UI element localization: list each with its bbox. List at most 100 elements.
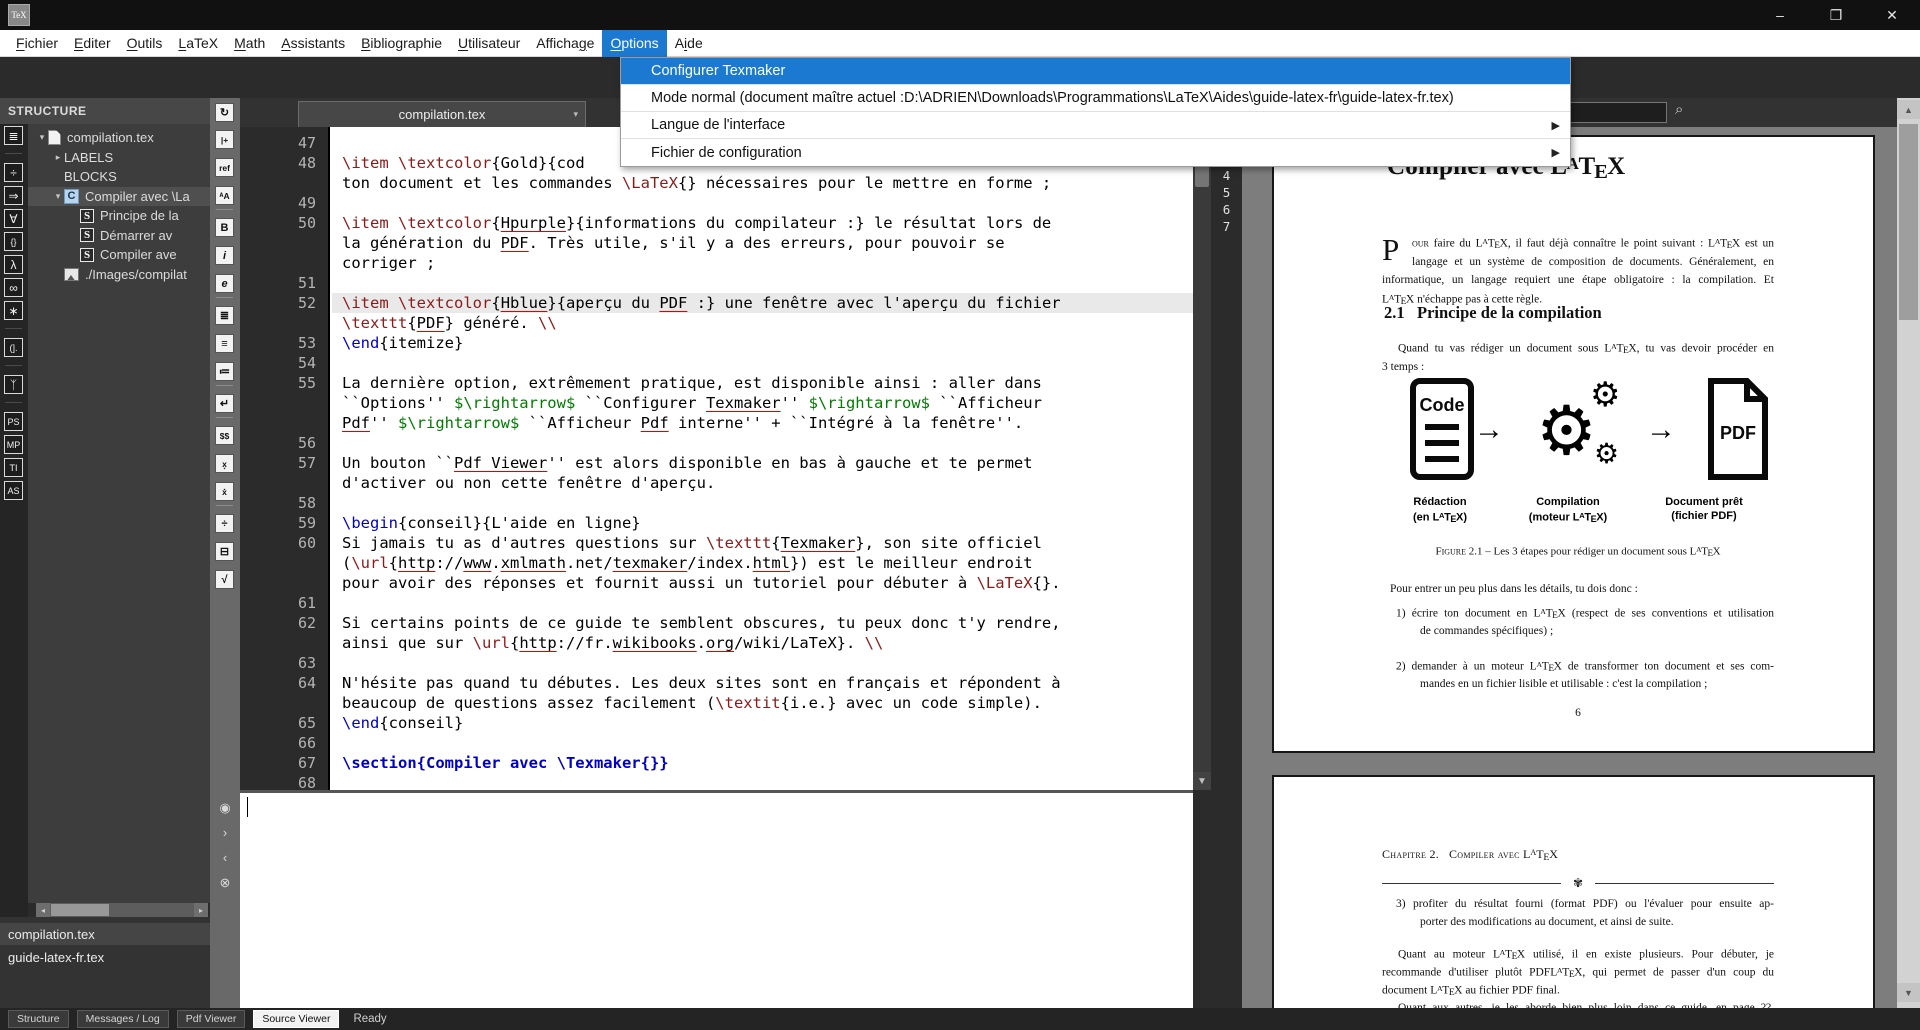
tree-item-compiler-avec-la[interactable]: ▾CCompiler avec \La [28, 187, 210, 206]
code-line[interactable]: Un bouton ``Pdf Viewer'' est alors dispo… [332, 453, 1193, 473]
tree-item-compilation-tex[interactable]: ▾compilation.tex [28, 128, 210, 147]
subscript-icon[interactable]: x͓ [215, 454, 234, 473]
italic-icon[interactable]: i [215, 246, 234, 265]
code-line[interactable]: beaucoup de questions assez facilement (… [332, 693, 1193, 713]
brackets-icon[interactable]: (]. [4, 338, 23, 357]
menu-item-assistants[interactable]: Assistants [273, 30, 353, 57]
code-line[interactable]: Si certains points de ce guide te semble… [332, 613, 1193, 633]
relation-symbols-icon[interactable]: ÷ [4, 163, 23, 182]
log-panel[interactable] [240, 793, 1193, 1008]
source-editor[interactable]: 4748495051525354555657585960616263646566… [240, 127, 1193, 790]
pstricks-icon[interactable]: PS [4, 412, 23, 431]
menu-item-editer[interactable]: Editer [66, 30, 119, 57]
code-line[interactable] [332, 593, 1193, 613]
menu-item-configurer-texmaker[interactable]: Configurer Texmaker [621, 58, 1570, 85]
code-line[interactable] [332, 273, 1193, 293]
bold-icon[interactable]: B [215, 218, 234, 237]
frac-icon[interactable]: ÷ [215, 514, 234, 533]
next-error-icon[interactable]: › [217, 825, 233, 840]
statusbar-button-source-viewer[interactable]: Source Viewer [253, 1010, 339, 1028]
menu-item-math[interactable]: Math [226, 30, 273, 57]
code-line[interactable]: La dernière option, extrêmement pratique… [332, 373, 1193, 393]
code-line[interactable] [332, 493, 1193, 513]
code-line[interactable]: ton document et les commandes \LaTeX{} n… [332, 173, 1193, 193]
greek-letters-icon[interactable]: λ [4, 255, 23, 274]
code-line[interactable]: (\url{http://www.xmlmath.net/texmaker/in… [332, 553, 1193, 573]
statusbar-button-pdf-viewer[interactable]: Pdf Viewer [177, 1010, 246, 1028]
pdf-page-number[interactable]: 5 [1211, 184, 1242, 201]
file-item-guide-latex-fr-tex[interactable]: guide-latex-fr.tex [0, 946, 210, 968]
description-icon[interactable]: ≔ [215, 362, 234, 381]
expander-expanded-icon[interactable]: ▾ [36, 132, 48, 143]
emph-icon[interactable]: e [215, 274, 234, 293]
pdf-page-number[interactable]: 7 [1211, 218, 1242, 235]
code-line[interactable]: \begin{conseil}{L'aide en ligne} [332, 513, 1193, 533]
tree-item-blocks[interactable]: BLOCKS [28, 167, 210, 186]
code-line[interactable]: \end{itemize} [332, 333, 1193, 353]
code-line[interactable]: ``Options'' $\rightarrow$ ``Configurer T… [332, 393, 1193, 413]
code-line[interactable]: corriger ; [332, 253, 1193, 273]
code-line[interactable] [332, 733, 1193, 753]
code-line[interactable]: Si jamais tu as d'autres questions sur \… [332, 533, 1193, 553]
code-line[interactable] [332, 653, 1193, 673]
file-item-compilation-tex[interactable]: compilation.tex [0, 923, 210, 945]
tab-compilation-tex[interactable]: compilation.tex ▾ [298, 101, 586, 127]
metapost-icon[interactable]: MP [4, 435, 23, 454]
refresh-structure-icon[interactable]: ↻ [215, 103, 234, 122]
menu-item-affichage[interactable]: Affichage [528, 30, 602, 57]
close-log-icon[interactable]: ⊗ [217, 875, 233, 891]
scroll-down-icon[interactable]: ▼ [1193, 772, 1211, 790]
code-line[interactable] [332, 773, 1193, 790]
menu-item-fichier[interactable]: Fichier [8, 30, 66, 57]
misc-math-icon[interactable]: ∀ [4, 209, 23, 228]
code-line[interactable]: d'activer ou non cette fenêtre d'aperçu. [332, 473, 1193, 493]
minimize-button[interactable]: – [1752, 0, 1808, 30]
newline-icon[interactable]: ↵ [215, 394, 234, 413]
enumerate-icon[interactable]: ≡ [215, 334, 234, 353]
most-used-icon[interactable]: ∗ [4, 301, 23, 320]
scroll-left-icon[interactable]: ◂ [36, 903, 50, 917]
ref-icon[interactable]: ref [215, 158, 234, 177]
pdf-page-number[interactable]: 4 [1211, 167, 1242, 184]
font-size-icon[interactable]: ᴬA [215, 186, 234, 205]
inline-math-icon[interactable]: $$ [215, 426, 234, 445]
code-line[interactable]: \texttt{PDF} généré. \\ [332, 313, 1193, 333]
menu-item-fichier-de-configuration[interactable]: Fichier de configuration▶ [621, 139, 1570, 166]
pdf-page-number[interactable]: 6 [1211, 201, 1242, 218]
structure-hscrollbar[interactable]: ◂ ▸ [36, 903, 208, 917]
asymptote-icon[interactable]: AS [4, 481, 23, 500]
wizard-icon[interactable]: |+ [215, 130, 234, 149]
code-area[interactable]: \item \textcolor{Gold}{codton document e… [332, 127, 1193, 790]
maximize-button[interactable]: ❐ [1808, 0, 1864, 30]
code-line[interactable]: pour avoir des réponses et fournit aussi… [332, 573, 1193, 593]
menu-item-langue-de-l-interface[interactable]: Langue de l'interface▶ [621, 112, 1570, 139]
tree-item-compiler-ave[interactable]: SCompiler ave [28, 245, 210, 264]
menu-item-mode-normal-document-ma-tre-actuel-d-adr[interactable]: Mode normal (document maître actuel :D:\… [621, 85, 1570, 112]
pdf-vscrollbar[interactable]: ▲ ▼ [1897, 98, 1920, 1008]
code-line[interactable]: la génération du PDF. Très utile, s'il y… [332, 233, 1193, 253]
tree-item-d-marrer-av[interactable]: SDémarrer av [28, 226, 210, 245]
pdf-view[interactable]: Compiler avec LATEXPour faire du LATEX, … [1242, 127, 1897, 1008]
menu-item-options[interactable]: Options [602, 30, 666, 57]
scrollbar-thumb[interactable] [51, 904, 109, 916]
misc-symbols-icon[interactable]: ∞ [4, 278, 23, 297]
code-line[interactable] [332, 193, 1193, 213]
scroll-right-icon[interactable]: ▸ [194, 903, 208, 917]
sqrt-icon[interactable]: √ [215, 570, 234, 589]
dfrac-icon[interactable]: ⊟ [215, 542, 234, 561]
menu-item-outils[interactable]: Outils [119, 30, 171, 57]
search-icon[interactable]: ⌕ [1675, 101, 1683, 118]
expander-collapsed-icon[interactable]: ▸ [52, 152, 64, 163]
code-line[interactable]: \end{conseil} [332, 713, 1193, 733]
statusbar-button-messages-log[interactable]: Messages / Log [77, 1010, 169, 1028]
show-log-icon[interactable]: ◉ [217, 800, 233, 816]
code-line[interactable]: ainsi que sur \url{http://fr.wikibooks.o… [332, 633, 1193, 653]
tree-item-labels[interactable]: ▸LABELS [28, 148, 210, 167]
tree-item-principe-de-la[interactable]: SPrincipe de la [28, 206, 210, 225]
tree-item-images-compilat[interactable]: ./Images/compilat [28, 265, 210, 284]
scrollbar-thumb[interactable] [1899, 124, 1918, 320]
expander-expanded-icon[interactable]: ▾ [52, 191, 64, 202]
code-line[interactable]: \section{Compiler avec \Texmaker{}} [332, 753, 1193, 773]
code-line[interactable]: \item \textcolor{Hpurple}{informations d… [332, 213, 1193, 233]
menu-item-latex[interactable]: LaTeX [170, 30, 226, 57]
